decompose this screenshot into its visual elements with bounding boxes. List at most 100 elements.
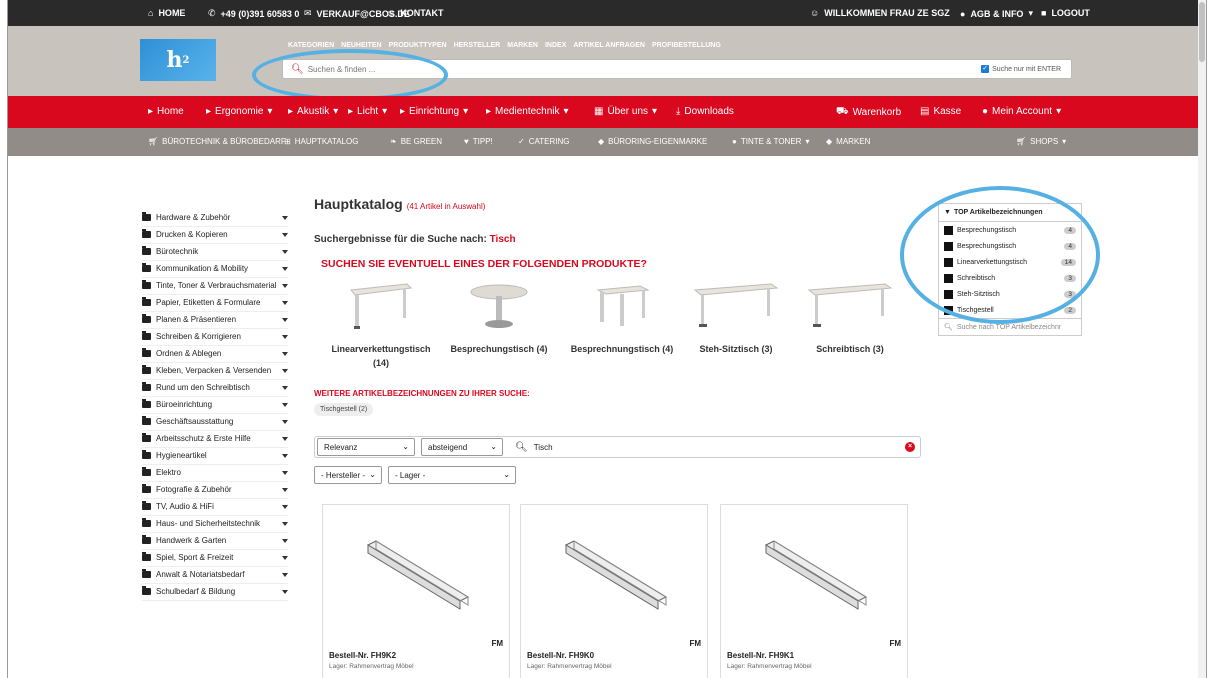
filter-search[interactable]: 🔍︎ Tisch × <box>511 438 919 456</box>
nav-begreen[interactable]: ❧ BE GREEN <box>390 137 442 146</box>
caret-down-icon[interactable] <box>282 301 288 305</box>
caret-down-icon[interactable] <box>282 318 288 322</box>
header-nav-item[interactable]: KATEGORIEN <box>288 42 334 49</box>
top-term-item[interactable]: Schreibtisch 3 <box>939 270 1081 286</box>
sidebar-category[interactable]: Hygieneartikel <box>142 448 288 465</box>
caret-down-icon[interactable] <box>282 403 288 407</box>
nav-buerotechnik[interactable]: 🛒︎ BÜROTECHNIK & BÜROBEDARF <box>148 137 286 146</box>
caret-down-icon[interactable] <box>282 369 288 373</box>
hersteller-select[interactable]: - Hersteller - ⌄ <box>314 466 382 484</box>
header-nav-item[interactable]: ARTIKEL ANFRAGEN <box>573 42 645 49</box>
header-nav-item[interactable]: INDEX <box>545 42 566 49</box>
sidebar-category[interactable]: Kommunikation & Mobility <box>142 261 288 278</box>
suggested-product[interactable]: Besprechungstisch (4) <box>434 282 564 356</box>
sidebar-category[interactable]: Rund um den Schreibtisch <box>142 380 288 397</box>
checkbox[interactable] <box>944 225 953 235</box>
nav-tipp[interactable]: ♥ TIPP! <box>464 137 493 146</box>
caret-down-icon[interactable] <box>282 233 288 237</box>
sidebar-category[interactable]: Kleben, Verpacken & Versenden <box>142 363 288 380</box>
sidebar-category[interactable]: Handwerk & Garten <box>142 533 288 550</box>
suggested-product[interactable]: Besprechnungstisch (4) <box>552 282 692 356</box>
caret-down-icon[interactable] <box>282 216 288 220</box>
scrollbar-thumb[interactable] <box>1199 2 1205 62</box>
home-link[interactable]: ⌂ HOME <box>148 8 185 18</box>
caret-down-icon[interactable] <box>282 522 288 526</box>
top-term-item[interactable]: Besprechungstisch 4 <box>939 238 1081 254</box>
sidebar-category[interactable]: Ordnen & Ablegen <box>142 346 288 363</box>
sidebar-category[interactable]: Anwalt & Notariatsbedarf <box>142 567 288 584</box>
product-card[interactable]: FM Bestell-Nr. FH9K1 Lager: Rahmenvertra… <box>720 504 908 678</box>
sidebar-category[interactable]: Planen & Präsentieren <box>142 312 288 329</box>
caret-down-icon[interactable] <box>282 386 288 390</box>
sort-select[interactable]: Relevanz ⌄ <box>317 438 415 456</box>
checkbox[interactable] <box>944 273 953 283</box>
caret-down-icon[interactable] <box>282 539 288 543</box>
nav-downloads[interactable]: ⤓ Downloads <box>676 106 734 117</box>
sidebar-category[interactable]: Hardware & Zubehör <box>142 210 288 227</box>
header-nav-item[interactable]: NEUHEITEN <box>341 42 381 49</box>
header-nav-item[interactable]: HERSTELLER <box>454 42 501 49</box>
nav-einrichtung[interactable]: ▸ Einrichtung ▾ <box>400 106 468 117</box>
nav-tinte-toner[interactable]: ● TINTE & TONER ▾ <box>732 137 809 146</box>
header-nav-item[interactable]: PRODUKTTYPEN <box>389 42 447 49</box>
product-card[interactable]: FM Bestell-Nr. FH9K2 Lager: Rahmenvertra… <box>322 504 510 678</box>
nav-catering[interactable]: ✓ CATERING <box>518 137 569 146</box>
caret-down-icon[interactable] <box>282 267 288 271</box>
sidebar-category[interactable]: Haus- und Sicherheitstechnik <box>142 516 288 533</box>
sidebar-category[interactable]: Schreiben & Korrigieren <box>142 329 288 346</box>
sidebar-category[interactable]: Arbeitsschutz & Erste Hilfe <box>142 431 288 448</box>
suggested-product[interactable]: Linearverkettungstisch (14) <box>326 282 436 370</box>
sidebar-category[interactable]: Schulbedarf & Bildung <box>142 584 288 601</box>
sidebar-category[interactable]: Bürotechnik <box>142 244 288 261</box>
caret-down-icon[interactable] <box>282 437 288 441</box>
sidebar-category[interactable]: Fotografie & Zubehör <box>142 482 288 499</box>
caret-down-icon[interactable] <box>282 573 288 577</box>
header-nav-item[interactable]: PROFIBESTELLUNG <box>652 42 721 49</box>
sidebar-category[interactable]: Tinte, Toner & Verbrauchsmaterial <box>142 278 288 295</box>
scrollbar[interactable] <box>1198 0 1206 678</box>
nav-marken[interactable]: ◆ MARKEN <box>826 137 870 146</box>
nav-medientechnik[interactable]: ▸ Medientechnik ▾ <box>486 106 569 117</box>
nav-account[interactable]: ● Mein Account ▾ <box>982 106 1061 117</box>
nav-hauptkatalog[interactable]: ⊞ HAUPTKATALOG <box>284 137 358 146</box>
suggested-product[interactable]: Steh-Sitztisch (3) <box>676 282 796 356</box>
sidebar-category[interactable]: TV, Audio & HiFi <box>142 499 288 516</box>
nav-licht[interactable]: ▸ Licht ▾ <box>348 106 387 117</box>
nav-ueber-uns[interactable]: ▦ Über uns ▾ <box>594 106 657 117</box>
caret-down-icon[interactable] <box>282 590 288 594</box>
header-nav-item[interactable]: MARKEN <box>507 42 538 49</box>
caret-down-icon[interactable] <box>282 556 288 560</box>
sidebar-category[interactable]: Drucken & Kopieren <box>142 227 288 244</box>
top-term-item[interactable]: Tischgestell 2 <box>939 302 1081 318</box>
enter-only-checkbox[interactable]: ✓ Suche nur mit ENTER <box>981 65 1061 73</box>
lager-select[interactable]: - Lager - ⌄ <box>388 466 516 484</box>
caret-down-icon[interactable] <box>282 420 288 424</box>
agb-dropdown[interactable]: ● AGB & INFO ▾ <box>960 8 1033 19</box>
nav-ergonomie[interactable]: ▸ Ergonomie ▾ <box>206 106 272 117</box>
caret-down-icon[interactable] <box>282 505 288 509</box>
caret-down-icon[interactable] <box>282 488 288 492</box>
sidebar-category[interactable]: Spiel, Sport & Freizeit <box>142 550 288 567</box>
caret-down-icon[interactable] <box>282 284 288 288</box>
sidebar-category[interactable]: Elektro <box>142 465 288 482</box>
panel-search[interactable]: 🔍︎ Suche nach TOP Artikelbezeichnr <box>939 318 1081 335</box>
caret-down-icon[interactable] <box>282 454 288 458</box>
clear-icon[interactable]: × <box>905 442 915 452</box>
checkbox[interactable] <box>944 289 953 299</box>
order-select[interactable]: absteigend ⌄ <box>421 438 503 456</box>
caret-down-icon[interactable] <box>282 250 288 254</box>
caret-down-icon[interactable] <box>282 352 288 356</box>
suggested-product[interactable]: Schreibtisch (3) <box>790 282 910 356</box>
nav-eigenmarke[interactable]: ◆ BÜRORING-EIGENMARKE <box>598 137 707 146</box>
phone-link[interactable]: ✆ +49 (0)391 60583 0 <box>208 8 299 19</box>
top-term-item[interactable]: Steh-Sitztisch 3 <box>939 286 1081 302</box>
nav-home[interactable]: ▸ Home <box>148 106 184 117</box>
sidebar-category[interactable]: Büroeinrichtung <box>142 397 288 414</box>
top-term-item[interactable]: Besprechungstisch 4 <box>939 222 1081 238</box>
suggestion-tag[interactable]: Tischgestell (2) <box>314 403 374 416</box>
search-input[interactable] <box>307 64 908 74</box>
nav-akustik[interactable]: ▸ Akustik ▾ <box>288 106 338 117</box>
nav-kasse[interactable]: ▤ Kasse <box>920 106 961 117</box>
logout-link[interactable]: ■ LOGOUT <box>1041 8 1090 18</box>
checkbox[interactable] <box>944 305 953 315</box>
